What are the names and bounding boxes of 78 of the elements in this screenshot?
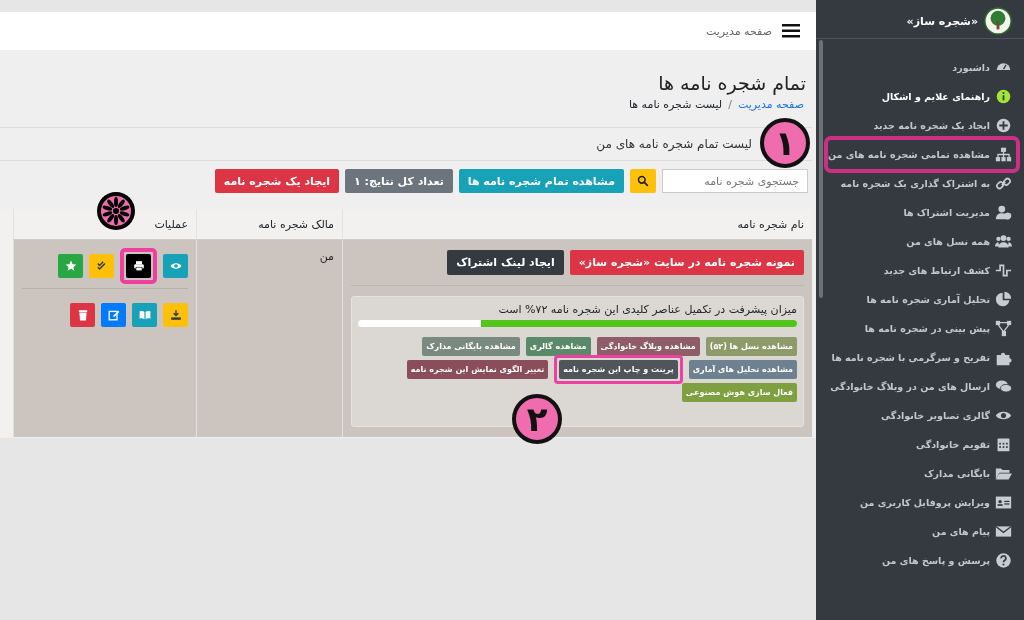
sidebar-item[interactable]: تحلیل آماری شجره نامه ها bbox=[828, 285, 1016, 314]
download-button[interactable] bbox=[163, 303, 188, 327]
sidebar-item[interactable]: کشف ارتباط های جدید bbox=[828, 256, 1016, 285]
tree-action-button[interactable]: نمونه شجره نامه در سایت «شجره ساز» bbox=[569, 250, 804, 275]
sidebar-item[interactable]: ویرایش پروفایل کاربری من bbox=[828, 488, 1016, 517]
sidebar-item[interactable]: گالری تصاویر خانوادگی bbox=[828, 401, 1016, 430]
download-icon bbox=[169, 309, 182, 321]
users-icon bbox=[995, 233, 1012, 250]
annotation-number: ۱ bbox=[760, 118, 810, 168]
delete-button[interactable] bbox=[70, 303, 95, 327]
calendar-icon bbox=[995, 436, 1012, 453]
sidebar-item[interactable]: پیام های من bbox=[828, 517, 1016, 546]
sidebar-item[interactable]: پرسش و پاسخ های من bbox=[828, 546, 1016, 575]
top-bar-title: صفحه مدیریت bbox=[705, 24, 772, 38]
annotation-number: ۲ bbox=[512, 394, 562, 444]
sitemap-icon bbox=[995, 146, 1012, 163]
sidebar-item[interactable]: تفریح و سرگرمی با شجره نامه ها bbox=[828, 343, 1016, 372]
sidebar-item[interactable]: مشاهده تمامی شجره نامه های من bbox=[828, 140, 1016, 169]
menu-icon[interactable] bbox=[782, 24, 800, 38]
column-header: عملیات bbox=[154, 217, 188, 231]
network-icon bbox=[995, 320, 1012, 337]
star-icon bbox=[64, 260, 77, 272]
double-check-icon bbox=[95, 260, 108, 272]
feature-tag[interactable]: پرینت و چاپ این شجره نامه bbox=[559, 360, 678, 379]
pie-chart-icon bbox=[995, 291, 1012, 308]
progress-text: میزان پیشرفت در تکمیل عناصر کلیدی این شجره نامه ۷۲% است bbox=[497, 303, 797, 316]
feature-tag[interactable]: تغییر الگوی نمایش این شجره نامه bbox=[406, 360, 549, 379]
toolbar-button[interactable]: ایجاد یک شجره نامه bbox=[214, 169, 340, 193]
sidebar-item[interactable]: ایجاد یک شجره نامه جدید bbox=[828, 111, 1016, 140]
card-heading: لیست تمام شجره نامه های من bbox=[596, 137, 752, 151]
sidebar-item[interactable]: داشبورد bbox=[828, 53, 1016, 82]
sidebar-item[interactable]: راهنمای علایم و اشکال bbox=[828, 82, 1016, 111]
pulse-icon bbox=[995, 262, 1012, 279]
owner-cell: من bbox=[319, 250, 334, 263]
sidebar-item[interactable]: ارسال های من در وبلاگ خانوادگی bbox=[828, 372, 1016, 401]
sidebar-item[interactable]: به اشتراک گذاری یک شجره نامه bbox=[828, 169, 1016, 198]
flower-annotation-icon bbox=[96, 191, 136, 231]
tree-action-button[interactable]: ایجاد لینک اشتراک bbox=[447, 250, 564, 275]
feature-tag[interactable]: مشاهده گالری bbox=[525, 337, 591, 356]
brand-name[interactable]: «شجره ساز» bbox=[906, 14, 978, 28]
feature-tag[interactable]: مشاهده وبلاگ خانوادگی bbox=[596, 337, 700, 356]
sidebar-item[interactable]: مدیریت اشتراک ها bbox=[828, 198, 1016, 227]
printer-icon bbox=[132, 260, 145, 272]
check-button[interactable] bbox=[89, 254, 114, 278]
breadcrumb-current: لیست شجره نامه ها bbox=[628, 98, 723, 111]
id-card-icon bbox=[995, 494, 1012, 511]
star-button[interactable] bbox=[58, 254, 83, 278]
search-icon bbox=[637, 175, 649, 187]
sidebar-item[interactable]: تقویم خانوادگی bbox=[828, 430, 1016, 459]
link-icon bbox=[995, 175, 1012, 192]
book-button[interactable] bbox=[132, 303, 157, 327]
search-field[interactable]: جستجوی شجره نامه bbox=[662, 169, 808, 193]
feature-tag[interactable]: مشاهده بایگانی مدارک bbox=[422, 337, 520, 356]
user-shield-icon bbox=[995, 204, 1012, 221]
eye-icon bbox=[169, 260, 182, 272]
info-icon bbox=[995, 88, 1012, 105]
edit-button[interactable] bbox=[101, 303, 126, 327]
book-icon bbox=[138, 309, 151, 321]
sidebar-item[interactable]: پیش بینی در شجره نامه ها bbox=[828, 314, 1016, 343]
edit-icon bbox=[107, 309, 120, 321]
sidebar-item[interactable]: بایگانی مدارک bbox=[828, 459, 1016, 488]
chat-icon bbox=[995, 378, 1012, 395]
breadcrumb-separator: / bbox=[728, 98, 732, 111]
envelope-icon bbox=[995, 523, 1012, 540]
folder-icon bbox=[995, 465, 1012, 482]
feature-tag[interactable]: مشاهده تحلیل های آماری bbox=[688, 360, 797, 379]
help-icon bbox=[995, 552, 1012, 569]
tree-logo-icon bbox=[984, 7, 1012, 35]
page-title: تمام شجره نامه ها bbox=[657, 72, 806, 94]
plus-icon bbox=[995, 117, 1012, 134]
sidebar-item[interactable]: همه نسل های من bbox=[828, 227, 1016, 256]
trash-icon bbox=[76, 309, 89, 321]
print-button[interactable] bbox=[126, 254, 151, 278]
search-button[interactable] bbox=[630, 169, 656, 193]
breadcrumb-link[interactable]: صفحه مدیریت bbox=[737, 98, 804, 111]
scrollbar[interactable] bbox=[819, 40, 823, 298]
toolbar-button[interactable]: تعداد کل نتایج: ۱ bbox=[345, 169, 453, 193]
view-button[interactable] bbox=[163, 254, 188, 278]
